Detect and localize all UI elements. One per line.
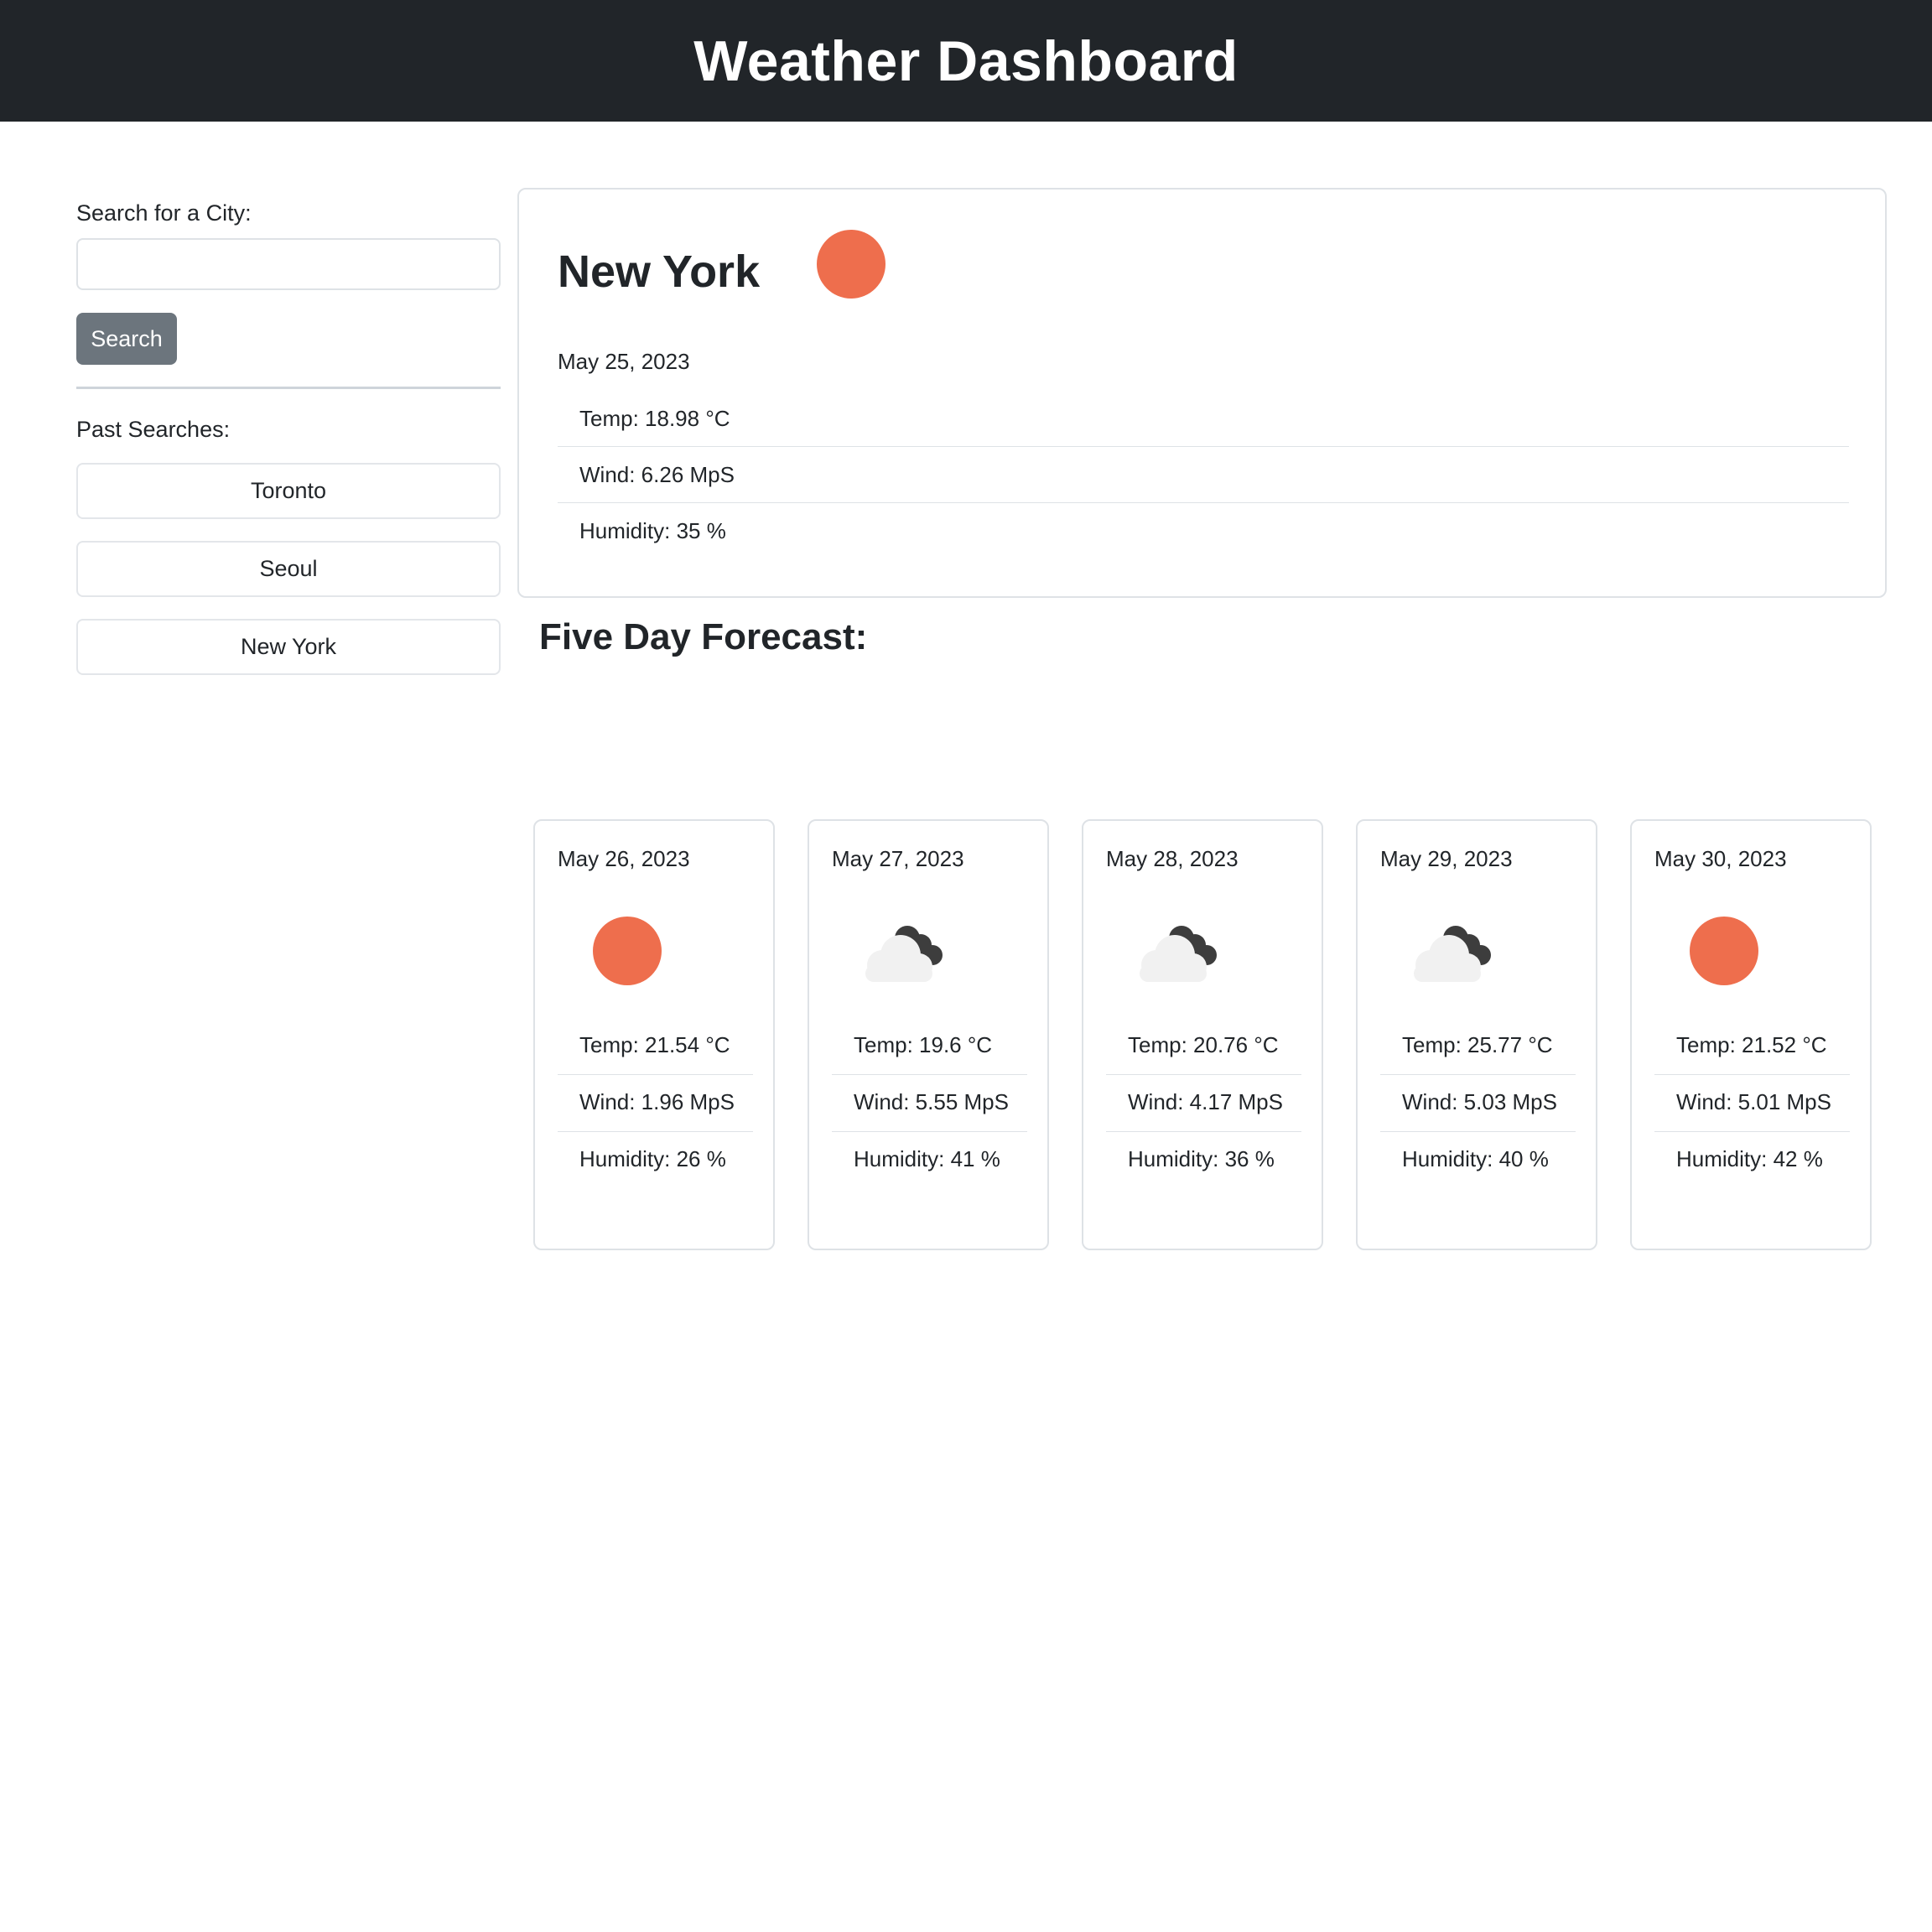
search-label: Search for a City: [76, 200, 252, 226]
forecast-humidity: Humidity: 42 % [1676, 1146, 1823, 1171]
forecast-date: May 28, 2023 [1106, 846, 1239, 871]
forecast-wind: Wind: 5.03 MpS [1380, 1075, 1576, 1132]
forecast-wind: Wind: 5.55 MpS [832, 1075, 1027, 1132]
forecast-temp: Temp: 21.54 °C [558, 1028, 753, 1075]
forecast-wind: Wind: 1.96 MpS [558, 1075, 753, 1132]
forecast-stats: Temp: 21.52 °C Wind: 5.01 MpS Humidity: … [1654, 1028, 1850, 1188]
sidebar-divider [76, 387, 501, 389]
history-item-new-york[interactable]: New York [76, 619, 501, 675]
forecast-date: May 30, 2023 [1654, 846, 1787, 871]
past-searches-label: Past Searches: [76, 417, 231, 442]
forecast-date: May 29, 2023 [1380, 846, 1513, 871]
forecast-date: May 27, 2023 [832, 846, 964, 871]
cloud-icon [1414, 926, 1491, 982]
history-item-seoul[interactable]: Seoul [76, 541, 501, 597]
current-stats: Temp: 18.98 °C Wind: 6.26 MpS Humidity: … [558, 391, 1849, 558]
cloud-icon [865, 926, 943, 982]
past-searches-list: Toronto Seoul New York [76, 463, 501, 675]
forecast-stats: Temp: 20.76 °C Wind: 4.17 MpS Humidity: … [1106, 1028, 1301, 1188]
forecast-card: May 27, 2023 Temp: 19.6 °C Wind: 5.55 Mp… [808, 819, 1049, 1250]
sun-icon [593, 917, 662, 985]
app-header: Weather Dashboard [0, 0, 1932, 122]
forecast-temp: Temp: 19.6 °C [832, 1028, 1027, 1075]
current-weather-card: New York May 25, 2023 Temp: 18.98 °C Win… [517, 188, 1887, 598]
current-date: May 25, 2023 [558, 349, 690, 374]
sun-icon [817, 230, 886, 299]
app-title: Weather Dashboard [693, 29, 1239, 93]
forecast-stats: Temp: 25.77 °C Wind: 5.03 MpS Humidity: … [1380, 1028, 1576, 1188]
forecast-temp: Temp: 21.52 °C [1654, 1028, 1850, 1075]
forecast-humidity: Humidity: 40 % [1402, 1146, 1549, 1171]
forecast-wind: Wind: 4.17 MpS [1106, 1075, 1301, 1132]
forecast-title: Five Day Forecast: [539, 616, 868, 657]
current-humidity: Humidity: 35 % [579, 518, 726, 543]
forecast-card: May 30, 2023 Temp: 21.52 °C Wind: 5.01 M… [1630, 819, 1872, 1250]
current-temp: Temp: 18.98 °C [558, 391, 1849, 447]
forecast-humidity: Humidity: 26 % [579, 1146, 726, 1171]
forecast-stats: Temp: 19.6 °C Wind: 5.55 MpS Humidity: 4… [832, 1028, 1027, 1188]
forecast-temp: Temp: 25.77 °C [1380, 1028, 1576, 1075]
forecast-date: May 26, 2023 [558, 846, 690, 871]
history-item-toronto[interactable]: Toronto [76, 463, 501, 519]
forecast-card: May 26, 2023 Temp: 21.54 °C Wind: 1.96 M… [533, 819, 775, 1250]
forecast-humidity: Humidity: 41 % [854, 1146, 1000, 1171]
current-city-name: New York [558, 247, 761, 297]
current-city-row: New York [558, 230, 886, 299]
forecast-wind: Wind: 5.01 MpS [1654, 1075, 1850, 1132]
forecast-stats: Temp: 21.54 °C Wind: 1.96 MpS Humidity: … [558, 1028, 753, 1188]
sidebar: Search for a City: Search Past Searches:… [76, 190, 501, 697]
sun-icon [1690, 917, 1758, 985]
forecast-card: May 29, 2023 Temp: 25.77 °C Wind: 5.03 M… [1356, 819, 1597, 1250]
current-wind: Wind: 6.26 MpS [558, 447, 1849, 503]
forecast-temp: Temp: 20.76 °C [1106, 1028, 1301, 1075]
cloud-icon [1140, 926, 1217, 982]
search-button[interactable]: Search [76, 313, 177, 365]
forecast-humidity: Humidity: 36 % [1128, 1146, 1275, 1171]
forecast-card: May 28, 2023 Temp: 20.76 °C Wind: 4.17 M… [1082, 819, 1323, 1250]
city-search-input[interactable] [76, 238, 501, 290]
